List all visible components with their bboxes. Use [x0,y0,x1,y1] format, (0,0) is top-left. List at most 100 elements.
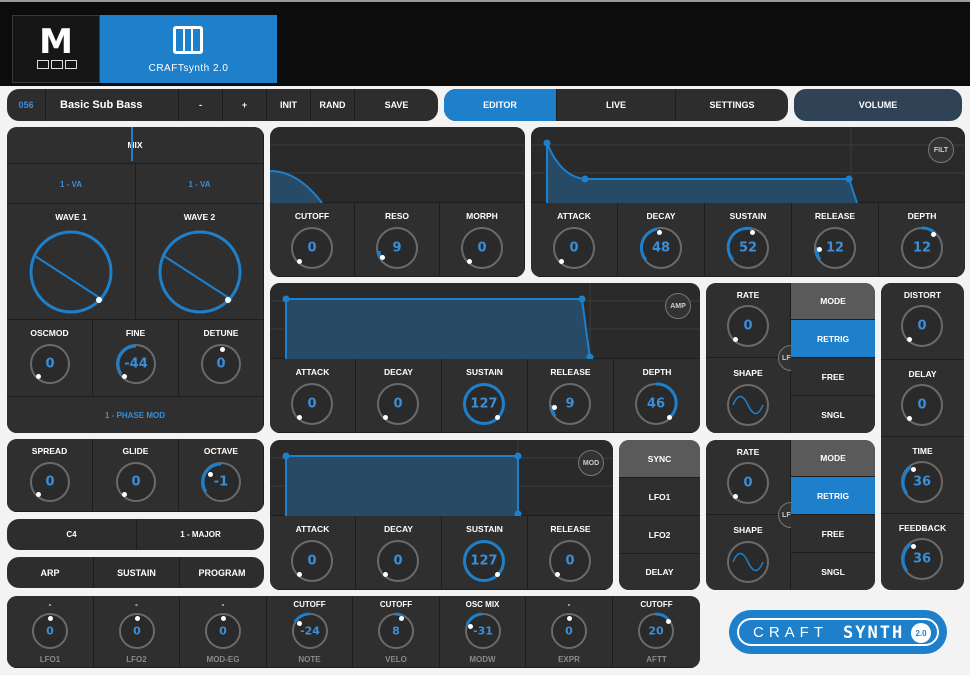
amp-decay-knob[interactable]: 0 [377,383,419,425]
mod-slot[interactable]: - 0 LFO1 [7,596,94,668]
wave1-control[interactable]: WAVE 1 [7,204,136,320]
cutoff-knob[interactable]: 0 [291,227,333,269]
filt-sustain-control[interactable]: SUSTAIN 52 [705,203,792,277]
osc-mod-type-select[interactable]: 1 - PHASE MOD [7,397,264,433]
feedback-control[interactable]: FEEDBACK 36 [881,514,964,590]
detune-control[interactable]: DETUNE 0 [179,320,264,397]
filt-release-control[interactable]: RELEASE 12 [792,203,879,277]
cutoff-control[interactable]: CUTOFF 0 [270,203,355,277]
morph-control[interactable]: MORPH 0 [440,203,525,277]
tab-sustain[interactable]: SUSTAIN [93,557,179,588]
filt-depth-knob[interactable]: 12 [901,226,943,269]
amp-decay-control[interactable]: DECAY 0 [356,359,442,433]
lfo1-free-button[interactable]: FREE [791,358,875,396]
filt-release-knob[interactable]: 12 [814,227,856,269]
spread-knob[interactable]: 0 [30,462,70,502]
octave-control[interactable]: OCTAVE -1 [179,439,264,512]
save-button[interactable]: SAVE [354,89,438,121]
lfo1-shape-control[interactable]: SHAPE [706,358,791,433]
glide-knob[interactable]: 0 [116,462,156,502]
mod-slot[interactable]: OSC MIX -31 MODW [440,596,526,668]
init-button[interactable]: INIT [266,89,310,121]
lfo1-rate-control[interactable]: RATE 0 [706,283,791,358]
mod-slot[interactable]: CUTOFF -24 NOTE [267,596,353,668]
mod-amount-knob[interactable]: 0 [205,613,241,649]
time-control[interactable]: TIME 36 [881,437,964,514]
filt-sustain-knob[interactable]: 52 [726,226,769,269]
morph-knob[interactable]: 0 [461,227,503,269]
mod-amount-knob[interactable]: 0 [32,613,68,649]
filt-decay-control[interactable]: DECAY 48 [618,203,705,277]
oscmod-control[interactable]: OSCMOD 0 [7,320,93,397]
osc1-type-select[interactable]: 1 - VA [7,164,136,204]
mod-slot[interactable]: CUTOFF 8 VELO [353,596,440,668]
rand-button[interactable]: RAND [310,89,354,121]
mod-amount-knob[interactable]: 8 [378,612,414,649]
mod-amount-knob[interactable]: 0 [119,613,155,649]
tab-arp[interactable]: ARP [7,557,93,588]
amp-depth-control[interactable]: DEPTH 46 [614,359,700,433]
wave2-control[interactable]: WAVE 2 [136,204,264,320]
mod-release-knob[interactable]: 0 [549,540,591,582]
mod-sustain-knob[interactable]: 127 [463,540,505,582]
sync-delay-button[interactable]: DELAY [619,554,700,590]
preset-next-button[interactable]: + [222,89,266,121]
craftsynth-app-button[interactable]: CRAFTsynth 2.0 [100,15,277,83]
spread-control[interactable]: SPREAD 0 [7,439,93,512]
reso-knob[interactable]: 9 [376,227,418,269]
filt-attack-control[interactable]: ATTACK 0 [531,203,618,277]
glide-control[interactable]: GLIDE 0 [93,439,179,512]
sync-lfo1-button[interactable]: LFO1 [619,478,700,516]
lfo2-free-button[interactable]: FREE [791,515,875,553]
distort-control[interactable]: DISTORT 0 [881,283,964,360]
mod-slot[interactable]: - 0 LFO2 [94,596,180,668]
osc2-type-select[interactable]: 1 - VA [136,164,264,204]
amp-attack-knob[interactable]: 0 [291,383,333,425]
preset-prev-button[interactable]: - [178,89,222,121]
amp-envelope-display[interactable]: AMP [270,283,700,361]
lfo2-rate-knob[interactable]: 0 [727,462,769,504]
feedback-knob[interactable]: 36 [901,538,943,580]
filt-attack-knob[interactable]: 0 [553,227,595,269]
lfo1-rate-knob[interactable]: 0 [727,305,769,347]
oscmod-knob[interactable]: 0 [30,344,70,384]
amp-depth-knob[interactable]: 46 [635,382,678,425]
filt-decay-knob[interactable]: 48 [639,227,682,269]
lfo2-rate-control[interactable]: RATE 0 [706,440,791,515]
mod-decay-control[interactable]: DECAY 0 [356,516,442,590]
logo[interactable]: M [12,15,100,83]
preset-name[interactable]: Basic Sub Bass [45,89,178,121]
sync-lfo2-button[interactable]: LFO2 [619,516,700,554]
preset-number[interactable]: 056 [7,89,45,121]
mod-slot[interactable]: - 0 MOD-EG [180,596,267,668]
wave1-knob[interactable] [27,228,115,316]
amp-release-control[interactable]: RELEASE 9 [528,359,614,433]
mod-decay-knob[interactable]: 0 [377,540,419,582]
tab-live[interactable]: LIVE [556,89,675,121]
mod-amount-knob[interactable]: 0 [551,613,587,649]
mod-amount-knob[interactable]: -24 [292,612,328,649]
mod-envelope-display[interactable]: MOD [270,440,613,518]
amp-release-knob[interactable]: 9 [549,383,591,425]
filt-depth-control[interactable]: DEPTH 12 [879,203,965,277]
mod-slot[interactable]: CUTOFF 20 AFTT [613,596,700,668]
filter-envelope-display[interactable]: FILT [531,127,965,204]
lfo2-shape-control[interactable]: SHAPE [706,515,791,590]
lfo1-retrig-button[interactable]: RETRIG [791,320,875,358]
mod-attack-knob[interactable]: 0 [291,540,333,582]
mod-slot[interactable]: - 0 EXPR [526,596,613,668]
distort-knob[interactable]: 0 [901,305,943,347]
amp-sustain-knob[interactable]: 127 [463,383,505,425]
fine-control[interactable]: FINE -44 [93,320,179,397]
fine-knob[interactable]: -44 [116,344,156,384]
lfo2-shape-knob[interactable] [727,541,769,583]
delay-knob[interactable]: 0 [901,384,943,426]
wave2-knob[interactable] [156,228,244,316]
tab-editor[interactable]: EDITOR [444,89,556,121]
scale-root-select[interactable]: C4 [7,519,136,550]
lfo2-sngl-button[interactable]: SNGL [791,553,875,590]
mod-amount-knob[interactable]: -31 [465,612,501,649]
delay-control[interactable]: DELAY 0 [881,360,964,437]
scale-mode-select[interactable]: 1 - MAJOR [136,519,264,550]
amp-sustain-control[interactable]: SUSTAIN 127 [442,359,528,433]
